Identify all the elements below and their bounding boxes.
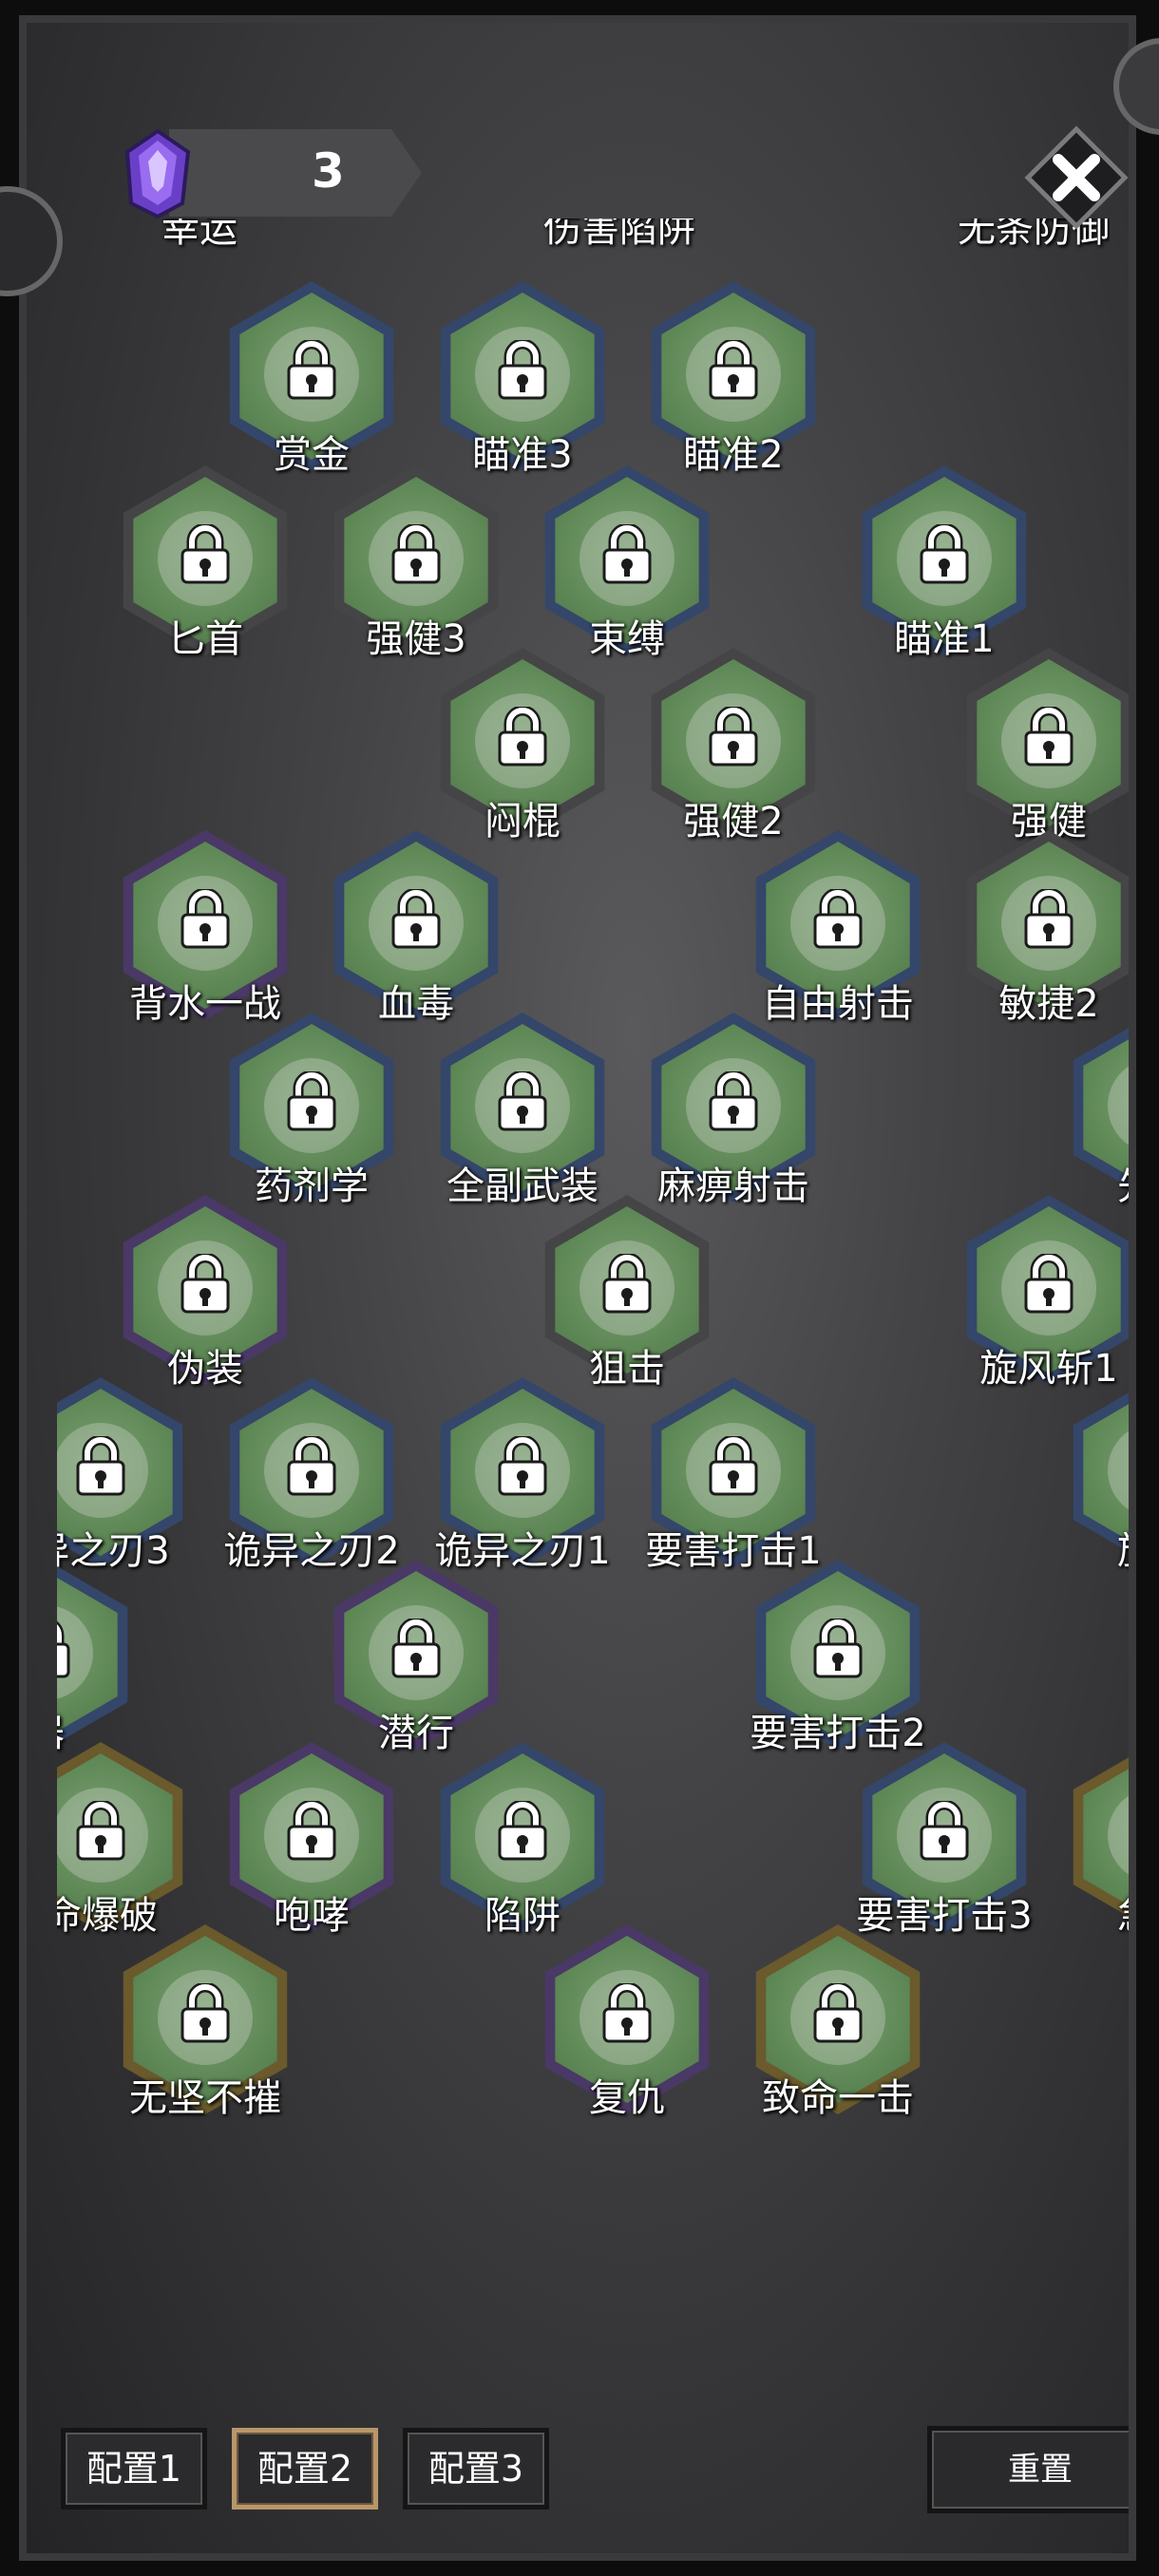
lock-icon bbox=[391, 1619, 441, 1678]
skill-node[interactable]: 诡异之刃2 bbox=[218, 1377, 405, 1573]
lock-icon bbox=[813, 1983, 863, 2043]
skill-node[interactable]: 赏金 bbox=[218, 281, 405, 477]
lock-icon bbox=[1129, 1071, 1136, 1132]
skill-label-partial: 伤害陷阱 bbox=[543, 207, 695, 251]
lock-icon bbox=[180, 524, 230, 584]
skill-label: 致命一击 bbox=[762, 2076, 914, 2120]
config-1-button[interactable]: 配置1 bbox=[61, 2428, 207, 2510]
skill-node[interactable]: 全副武装 bbox=[429, 1013, 616, 1208]
skill-tree-panel: 赏金 瞄准3 瞄准2 匕首 强健3 束缚 瞄准1 闷棍 强健2 强健背水一战 血毒 自由射击 敏捷2 药剂… bbox=[19, 15, 1136, 2561]
close-button[interactable] bbox=[1024, 125, 1129, 230]
config-3-button[interactable]: 配置3 bbox=[403, 2428, 549, 2510]
skill-label: 匕首 bbox=[167, 617, 243, 661]
skill-node[interactable]: 匕首 bbox=[112, 465, 298, 661]
skill-node[interactable]: 强健 bbox=[956, 648, 1129, 843]
lock-icon bbox=[498, 1071, 547, 1131]
skill-node[interactable]: 先发 bbox=[1062, 1013, 1136, 1208]
skill-node[interactable]: 强健3 bbox=[323, 465, 509, 661]
purple-crystal-icon bbox=[124, 128, 191, 218]
lock-icon bbox=[498, 340, 547, 400]
lock-icon bbox=[1024, 889, 1074, 949]
lock-icon bbox=[602, 1254, 652, 1314]
skill-node[interactable]: 麻痹射击 bbox=[640, 1013, 826, 1208]
lock-icon bbox=[709, 340, 758, 400]
skill-node[interactable]: 致命一击 bbox=[745, 1924, 931, 2120]
skill-node[interactable]: 闷棍 bbox=[429, 648, 616, 843]
skill-node[interactable]: 潜行 bbox=[323, 1560, 509, 1755]
lock-icon bbox=[57, 1620, 70, 1678]
lock-icon bbox=[813, 1619, 863, 1678]
lock-icon bbox=[287, 340, 336, 400]
lock-icon bbox=[180, 889, 230, 949]
skill-node[interactable]: 急速 bbox=[1062, 1742, 1136, 1938]
skill-node[interactable]: 旋风斩1 bbox=[956, 1195, 1129, 1391]
lock-icon bbox=[602, 524, 652, 584]
skill-node[interactable]: 复仇 bbox=[534, 1924, 720, 2120]
lock-icon bbox=[1024, 1254, 1074, 1314]
skill-node[interactable]: 咆哮 bbox=[218, 1742, 405, 1938]
currency-display: 3 bbox=[122, 127, 426, 218]
lock-icon bbox=[180, 1983, 230, 2043]
skill-node[interactable]: 旋风 bbox=[1062, 1377, 1136, 1573]
skill-node[interactable]: 命爆破 bbox=[57, 1742, 194, 1938]
skill-node[interactable]: 敏捷2 bbox=[956, 830, 1129, 1026]
lock-icon bbox=[498, 707, 547, 767]
lock-icon bbox=[1129, 1436, 1136, 1497]
skill-tree[interactable]: 赏金 瞄准3 瞄准2 匕首 强健3 束缚 瞄准1 闷棍 强健2 强健背水一战 血毒 自由射击 敏捷2 药剂… bbox=[57, 203, 1136, 2359]
lock-icon bbox=[287, 1071, 336, 1131]
skill-node[interactable]: 背水一战 bbox=[112, 830, 298, 1026]
skill-node[interactable]: 诡异之刃1 bbox=[429, 1377, 616, 1573]
lock-icon bbox=[287, 1801, 336, 1861]
lock-icon bbox=[709, 1071, 758, 1131]
skill-label: 无坚不摧 bbox=[129, 2076, 281, 2120]
skill-node[interactable]: 药剂学 bbox=[218, 1013, 405, 1208]
lock-icon bbox=[76, 1801, 125, 1861]
skill-label: 急速 bbox=[1034, 1885, 1129, 1940]
skill-node[interactable]: 伪装 bbox=[112, 1195, 298, 1391]
skill-node[interactable]: 异之刃3 bbox=[57, 1377, 194, 1573]
skill-node[interactable]: 瞄准1 bbox=[851, 465, 1037, 661]
skill-node[interactable]: 强健2 bbox=[640, 648, 826, 843]
skill-label: 旋风 bbox=[1034, 1520, 1129, 1575]
lock-icon bbox=[920, 1801, 969, 1861]
skill-node[interactable]: 要害打击3 bbox=[851, 1742, 1037, 1938]
lock-icon bbox=[498, 1801, 547, 1861]
close-icon bbox=[1024, 125, 1129, 230]
skill-node[interactable]: 狙击 bbox=[534, 1195, 720, 1391]
skill-node[interactable]: 器 bbox=[57, 1560, 139, 1755]
skill-node[interactable]: 束缚 bbox=[534, 465, 720, 661]
lock-icon bbox=[709, 1436, 758, 1496]
lock-icon bbox=[813, 889, 863, 949]
lock-icon bbox=[287, 1436, 336, 1496]
reset-label: 重置 bbox=[1008, 2451, 1073, 2489]
lock-icon bbox=[920, 524, 969, 584]
skill-label: 复仇 bbox=[589, 2076, 665, 2120]
config-2-button[interactable]: 配置2 bbox=[232, 2428, 378, 2510]
skill-node[interactable]: 要害打击2 bbox=[745, 1560, 931, 1755]
skill-node[interactable]: 血毒 bbox=[323, 830, 509, 1026]
skill-node[interactable]: 要害打击1 bbox=[640, 1377, 826, 1573]
lock-icon bbox=[709, 707, 758, 767]
lock-icon bbox=[1129, 1801, 1136, 1862]
lock-icon bbox=[498, 1436, 547, 1496]
skill-node[interactable]: 瞄准3 bbox=[429, 281, 616, 477]
lock-icon bbox=[76, 1436, 125, 1496]
lock-icon bbox=[391, 524, 441, 584]
skill-label: 器 bbox=[57, 1702, 167, 1757]
lock-icon bbox=[602, 1983, 652, 2043]
skill-node[interactable]: 无坚不摧 bbox=[112, 1924, 298, 2120]
skill-node[interactable]: 自由射击 bbox=[745, 830, 931, 1026]
lock-icon bbox=[1024, 707, 1074, 767]
reset-button[interactable]: 重置 bbox=[927, 2426, 1129, 2513]
currency-count: 3 bbox=[312, 143, 345, 199]
lock-icon bbox=[391, 889, 441, 949]
skill-node[interactable]: 瞄准2 bbox=[640, 281, 826, 477]
skill-node[interactable]: 陷阱 bbox=[429, 1742, 616, 1938]
lock-icon bbox=[180, 1254, 230, 1314]
